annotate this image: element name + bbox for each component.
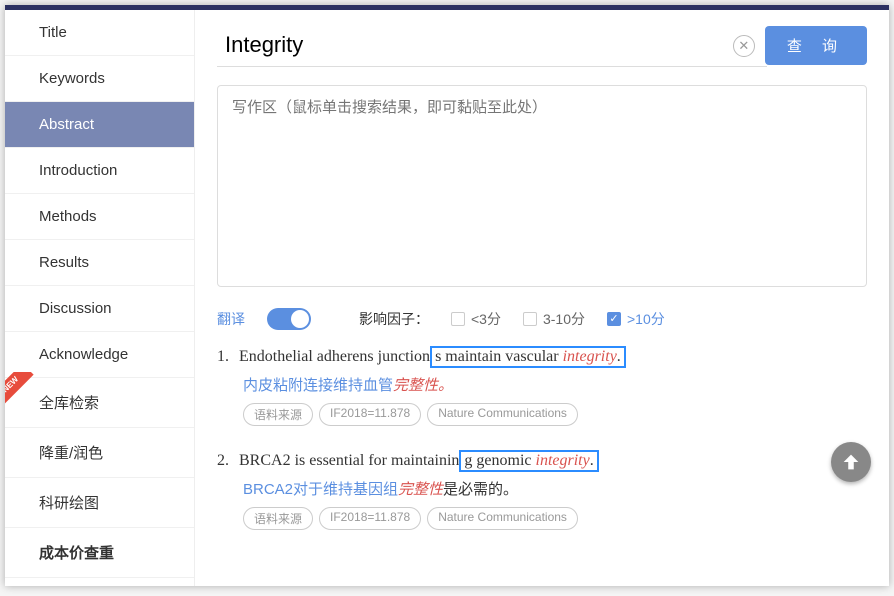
impact-factor-label: 影响因子： (359, 309, 429, 329)
checkbox-gt10[interactable] (607, 312, 621, 326)
result-english: Endothelial adherens junctions maintain … (239, 346, 626, 368)
sidebar-item-discussion[interactable]: Discussion (5, 286, 194, 332)
checkbox-lt3[interactable] (451, 312, 465, 326)
checkbox-3to10[interactable] (523, 312, 537, 326)
new-badge: NEW (5, 372, 35, 408)
sidebar-item-keywords[interactable]: Keywords (5, 56, 194, 102)
tag-journal[interactable]: Nature Communications (427, 507, 578, 530)
translate-label: 翻译 (217, 309, 245, 329)
translate-toggle[interactable] (267, 308, 311, 330)
result-english: BRCA2 is essential for maintaining genom… (239, 450, 599, 472)
tag-if[interactable]: IF2018=11.878 (319, 403, 421, 426)
results-list: 1. Endothelial adherens junctions mainta… (217, 346, 867, 530)
sidebar-item-results[interactable]: Results (5, 240, 194, 286)
sidebar-item-methods[interactable]: Methods (5, 194, 194, 240)
checkbox-gt10-label: >10分 (627, 309, 665, 329)
clear-icon[interactable]: ✕ (733, 35, 755, 57)
tag-if[interactable]: IF2018=11.878 (319, 507, 421, 530)
sidebar-item-fulldb[interactable]: NEW 全库检索 (5, 378, 194, 428)
query-button[interactable]: 查 询 (765, 26, 867, 65)
search-input[interactable] (217, 24, 767, 67)
main-panel: ✕ 查 询 翻译 影响因子： <3分 3-10分 >10分 (195, 10, 889, 586)
sidebar-item-sciplot[interactable]: 科研绘图 (5, 478, 194, 528)
arrow-up-icon (840, 451, 862, 473)
filter-row: 翻译 影响因子： <3分 3-10分 >10分 (217, 308, 867, 330)
tag-source[interactable]: 语料来源 (243, 507, 313, 530)
sidebar-item-introduction[interactable]: Introduction (5, 148, 194, 194)
search-row: ✕ 查 询 (217, 24, 867, 67)
sidebar-item-title[interactable]: Title (5, 10, 194, 56)
result-item[interactable]: 1. Endothelial adherens junctions mainta… (217, 346, 867, 426)
tag-source[interactable]: 语料来源 (243, 403, 313, 426)
tag-journal[interactable]: Nature Communications (427, 403, 578, 426)
writing-textarea[interactable] (217, 85, 867, 287)
result-chinese: BRCA2对于维持基因组完整性是必需的。 (243, 478, 867, 499)
sidebar-item-label: 全库检索 (39, 395, 99, 412)
sidebar-item-abstract[interactable]: Abstract (5, 102, 194, 148)
scroll-to-top-button[interactable] (831, 442, 871, 482)
checkbox-lt3-label: <3分 (471, 309, 501, 329)
sidebar: Title Keywords Abstract Introduction Met… (5, 10, 195, 586)
result-chinese: 内皮粘附连接维持血管完整性。 (243, 374, 867, 395)
result-number: 1. (217, 348, 229, 366)
result-number: 2. (217, 452, 229, 470)
result-tags: 语料来源 IF2018=11.878 Nature Communications (243, 403, 867, 426)
result-tags: 语料来源 IF2018=11.878 Nature Communications (243, 507, 867, 530)
sidebar-item-dedup[interactable]: 降重/润色 (5, 428, 194, 478)
checkbox-3to10-label: 3-10分 (543, 309, 585, 329)
result-item[interactable]: 2. BRCA2 is essential for maintaining ge… (217, 450, 867, 530)
sidebar-item-plagcheck[interactable]: 成本价查重 (5, 528, 194, 578)
